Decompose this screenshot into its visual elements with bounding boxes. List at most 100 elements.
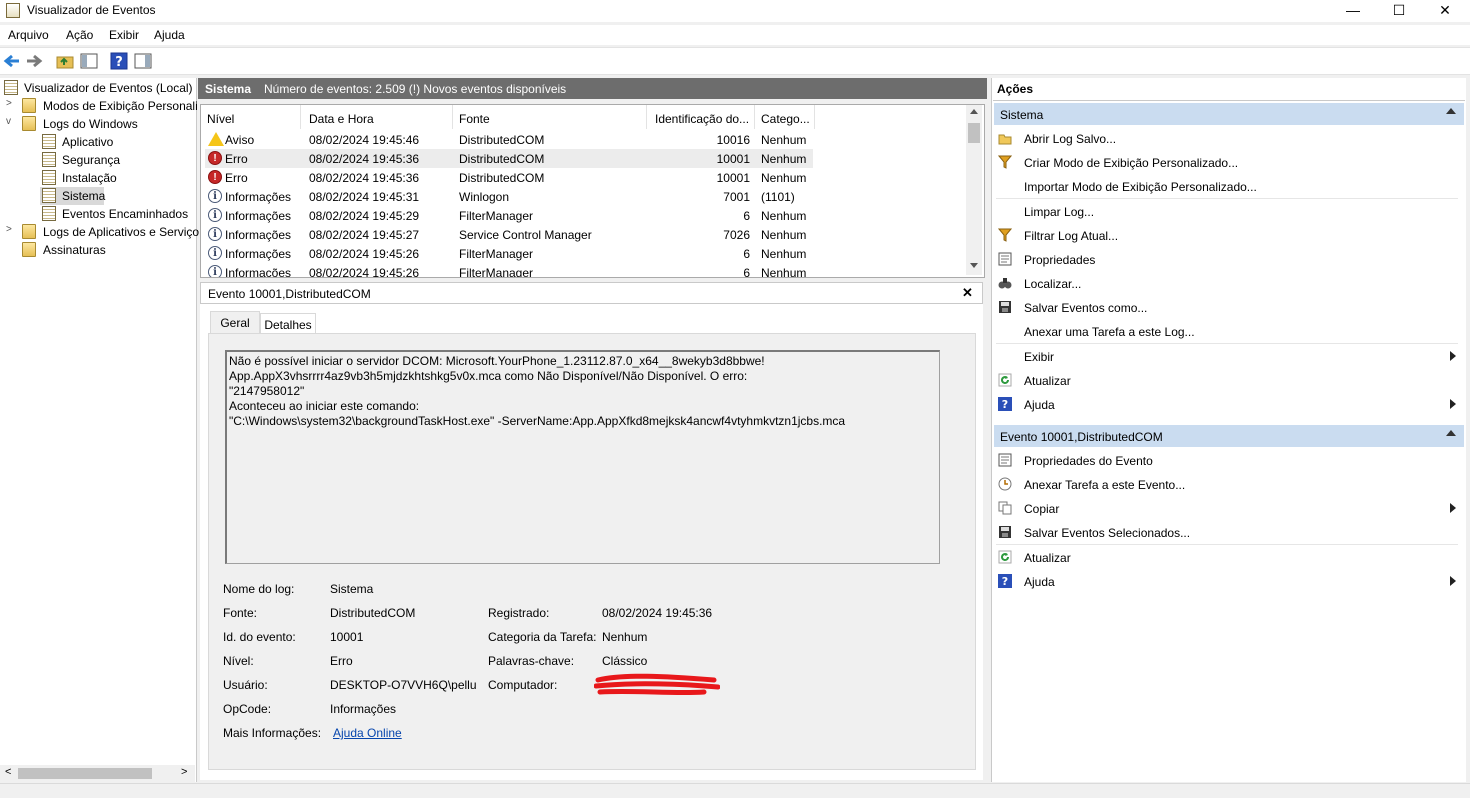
action-criar-modo-de-exibição-personalizado[interactable]: Criar Modo de Exibição Personalizado...	[996, 151, 1460, 173]
title-bar: Visualizador de Eventos — ☐ ✕	[0, 0, 1470, 22]
column-header-level[interactable]: Nível	[201, 105, 301, 129]
action-anexar-tarefa-a-este-evento[interactable]: Anexar Tarefa a este Evento...	[996, 473, 1460, 495]
menu-exibir[interactable]: Exibir	[109, 28, 139, 42]
column-header-event-id[interactable]: Identificação do...	[647, 105, 755, 129]
action-localizar[interactable]: Localizar...	[996, 272, 1460, 294]
logged-value: 08/02/2024 19:45:36	[602, 606, 713, 620]
menu-arquivo[interactable]: Arquivo	[8, 28, 49, 42]
error-icon: !	[208, 151, 222, 165]
scroll-up-icon[interactable]	[970, 109, 978, 114]
action-separator	[996, 343, 1458, 344]
scroll-right-icon[interactable]: >	[181, 766, 187, 778]
event-cell-category: Nenhum	[761, 171, 807, 185]
menu-ajuda[interactable]: Ajuda	[154, 28, 185, 42]
event-list-scrollbar[interactable]	[966, 105, 982, 275]
tree-item-label: Sistema	[62, 189, 106, 203]
event-cell-datetime: 08/02/2024 19:45:36	[309, 171, 420, 185]
action-ajuda[interactable]: ? Ajuda	[996, 393, 1460, 415]
message-line: Não é possível iniciar o servidor DCOM: …	[229, 354, 765, 368]
event-cell-category: Nenhum	[761, 152, 807, 166]
event-row[interactable]: i Informações 08/02/2024 19:45:26 FilterMan…	[205, 263, 813, 277]
scroll-down-icon[interactable]	[970, 263, 978, 268]
show-hide-tree-icon[interactable]	[80, 52, 98, 70]
subscriptions-icon	[22, 242, 36, 257]
action-label: Propriedades do Evento	[1024, 454, 1153, 468]
expand-chevron-icon[interactable]: >	[6, 98, 16, 109]
event-row[interactable]: ! Erro 08/02/2024 19:45:36 DistributedCOM 10…	[205, 149, 813, 168]
actions-section-sistema[interactable]: Sistema	[994, 103, 1464, 125]
tab-geral[interactable]: Geral	[210, 311, 260, 335]
event-row[interactable]: ! Erro 08/02/2024 19:45:36 DistributedCOM 10…	[205, 168, 813, 187]
close-detail-icon[interactable]: ✕	[962, 285, 973, 301]
online-help-link[interactable]: Ajuda Online	[333, 726, 402, 740]
folder-icon	[22, 224, 36, 239]
action-propriedades[interactable]: Propriedades	[996, 248, 1460, 270]
action-ajuda[interactable]: ? Ajuda	[996, 570, 1460, 592]
event-row[interactable]: i Informações 08/02/2024 19:45:27 Service C…	[205, 225, 813, 244]
action-label: Exibir	[1024, 350, 1055, 364]
action-copiar[interactable]: Copiar	[996, 497, 1460, 519]
forward-arrow-icon[interactable]	[25, 52, 43, 70]
action-atualizar[interactable]: Atualizar	[996, 546, 1460, 568]
column-header-source[interactable]: Fonte	[453, 105, 647, 129]
event-cell-category: Nenhum	[761, 228, 807, 242]
error-icon: !	[208, 170, 222, 184]
action-anexar-uma-tarefa-a-este-log[interactable]: Anexar uma Tarefa a este Log...	[996, 320, 1460, 342]
event-row[interactable]: i Informações 08/02/2024 19:45:29 FilterMan…	[205, 206, 813, 225]
log-name: Sistema	[205, 82, 252, 96]
clock-icon	[998, 477, 1012, 491]
minimize-button[interactable]: —	[1330, 0, 1376, 22]
tree-item-label: Logs de Aplicativos e Serviço	[43, 225, 200, 239]
action-label: Atualizar	[1024, 374, 1071, 388]
action-label: Limpar Log...	[1024, 205, 1095, 219]
action-abrir-log-salvo[interactable]: Abrir Log Salvo...	[996, 127, 1460, 149]
event-cell-level: Informações	[225, 247, 292, 261]
event-message-box[interactable]: Não é possível iniciar o servidor DCOM: …	[225, 350, 940, 564]
submenu-arrow-icon	[1450, 399, 1456, 409]
back-arrow-icon[interactable]	[3, 52, 21, 70]
action-salvar-eventos-como[interactable]: Salvar Eventos como...	[996, 296, 1460, 318]
collapse-chevron-icon[interactable]: v	[6, 116, 16, 127]
action-separator	[996, 198, 1458, 199]
help-icon[interactable]: ?	[110, 52, 128, 70]
event-cell-level: Informações	[225, 190, 292, 204]
event-cell-source: DistributedCOM	[459, 133, 545, 147]
help-icon: ?	[998, 397, 1012, 411]
action-label: Ajuda	[1024, 398, 1055, 412]
scroll-left-icon[interactable]: <	[5, 766, 11, 778]
event-row[interactable]: Aviso 08/02/2024 19:45:46 DistributedCOM 10…	[205, 130, 813, 149]
action-filtrar-log-atual[interactable]: Filtrar Log Atual...	[996, 224, 1460, 246]
source-value: DistributedCOM	[330, 606, 416, 620]
menu-acao[interactable]: Ação	[66, 28, 93, 42]
action-label: Localizar...	[1024, 277, 1082, 291]
action-importar-modo-de-exibição-personalizado[interactable]: Importar Modo de Exibição Personalizado.…	[996, 175, 1460, 197]
up-folder-icon[interactable]	[56, 52, 74, 70]
action-salvar-eventos-selecionados[interactable]: Salvar Eventos Selecionados...	[996, 521, 1460, 543]
column-header-datetime[interactable]: Data e Hora	[303, 105, 453, 129]
message-line: Aconteceu ao iniciar este comando:	[229, 399, 420, 413]
close-window-button[interactable]: ✕	[1422, 0, 1468, 22]
show-hide-action-pane-icon[interactable]	[134, 52, 152, 70]
tree-item-label: Modos de Exibição Personali	[43, 99, 198, 113]
column-header-category[interactable]: Catego...	[755, 105, 815, 129]
event-cell-id: 10001	[716, 152, 750, 166]
tree-horizontal-scrollbar[interactable]: < >	[0, 765, 195, 782]
expand-chevron-icon[interactable]: >	[6, 224, 16, 235]
maximize-button[interactable]: ☐	[1376, 0, 1422, 22]
action-exibir[interactable]: Exibir	[996, 345, 1460, 367]
event-cell-category: Nenhum	[761, 247, 807, 261]
actions-section-event[interactable]: Evento 10001,DistributedCOM	[994, 425, 1464, 447]
action-label: Atualizar	[1024, 551, 1071, 565]
action-propriedades-do-evento[interactable]: Propriedades do Evento	[996, 449, 1460, 471]
scrollbar-thumb[interactable]	[968, 123, 980, 143]
event-row[interactable]: i Informações 08/02/2024 19:45:31 Winlogon 7…	[205, 187, 813, 206]
tree-item-label: Aplicativo	[62, 135, 114, 149]
tree-item-sistema[interactable]: Sistema	[40, 187, 106, 205]
action-limpar-log[interactable]: Limpar Log...	[996, 200, 1460, 222]
collapse-caret-icon[interactable]	[1446, 430, 1456, 436]
collapse-caret-icon[interactable]	[1446, 108, 1456, 114]
action-atualizar[interactable]: Atualizar	[996, 369, 1460, 391]
tab-detalhes[interactable]: Detalhes	[260, 313, 316, 335]
event-row[interactable]: i Informações 08/02/2024 19:45:26 FilterMan…	[205, 244, 813, 263]
scrollbar-thumb[interactable]	[18, 768, 152, 779]
